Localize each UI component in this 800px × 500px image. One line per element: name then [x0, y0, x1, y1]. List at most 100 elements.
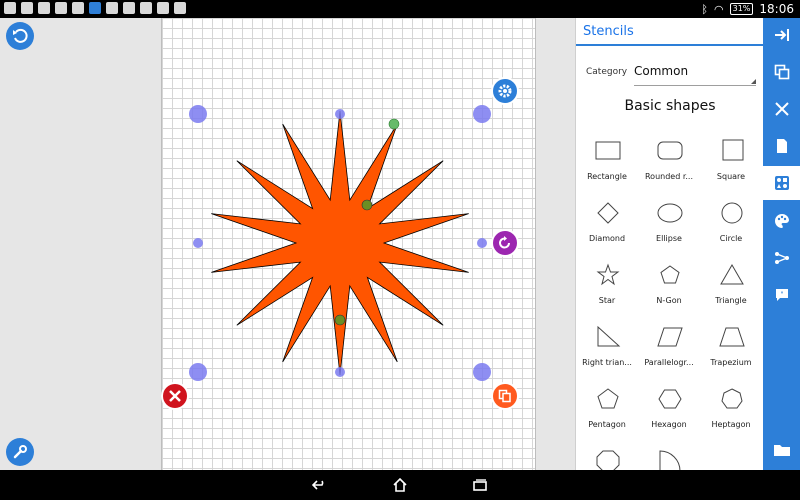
undo-button[interactable] [6, 22, 34, 50]
rotate-button[interactable] [491, 229, 519, 257]
stencil-item[interactable]: Pentagon [576, 378, 638, 440]
copy-icon [774, 64, 789, 80]
back-button[interactable] [310, 477, 330, 493]
title-divider [576, 44, 764, 46]
file-icon [106, 2, 118, 14]
wifi-icon: ◠ [714, 2, 724, 16]
resize-handle-right[interactable] [477, 238, 487, 248]
stencil-item[interactable]: Square [700, 130, 762, 192]
connections-icon [774, 252, 789, 264]
diamond-shape-icon [597, 202, 619, 224]
resize-handle-bottom-right[interactable] [473, 363, 491, 381]
system-status: ᛒ ◠ 31% 18:06 [701, 2, 794, 16]
category-value: Common [634, 64, 689, 78]
stencil-label: Diamond [588, 234, 626, 243]
circle-shape-icon [721, 202, 743, 224]
stencil-item[interactable]: Rounded r... [638, 130, 700, 192]
stencil-label: Star [598, 296, 616, 305]
download-icon [4, 2, 16, 14]
collapse-panel-icon [774, 29, 789, 41]
toolbar-copy-button[interactable] [763, 55, 800, 89]
stencil-label: Square [716, 172, 746, 181]
stencil-label: Triangle [715, 296, 747, 305]
svg-text:": " [780, 291, 783, 299]
toolbar-collapse-button[interactable] [763, 18, 800, 52]
stencil-item[interactable]: Rectangle [576, 130, 638, 192]
toolbar-page-button[interactable] [763, 129, 800, 163]
section-title: Basic shapes [624, 98, 716, 114]
right-triangle-shape-icon [597, 325, 621, 347]
stencil-item[interactable]: Hexagon [638, 378, 700, 440]
category-select[interactable]: Common [634, 64, 756, 86]
toolbar-style-button[interactable] [763, 204, 800, 238]
stencil-item[interactable]: Triangle [700, 254, 762, 316]
drawing-canvas[interactable] [161, 18, 536, 470]
stencil-item[interactable]: N-Gon [638, 254, 700, 316]
rectangle-shape-icon [595, 141, 621, 160]
resize-handle-top-right[interactable] [473, 105, 491, 123]
stencil-label: Rectangle [587, 172, 627, 181]
close-icon [169, 390, 181, 402]
toolbar-stencils-button[interactable] [763, 166, 800, 200]
page-icon [776, 139, 787, 153]
resize-handle-bottom[interactable] [335, 367, 345, 377]
stencils-title: Stencils [583, 24, 634, 39]
status-bar: ᛒ ◠ 31% 18:06 [0, 0, 800, 18]
toolbar-tools-button[interactable] [763, 92, 800, 126]
right-toolbar: " [763, 18, 800, 470]
duplicate-shape-button[interactable] [491, 382, 519, 410]
stencil-label: Heptagon [711, 420, 751, 429]
left-panel [0, 18, 161, 470]
tools-button[interactable] [6, 438, 34, 466]
stencil-item[interactable]: Right trian... [576, 316, 638, 378]
resize-handle-top[interactable] [335, 109, 345, 119]
resize-handle-left[interactable] [193, 238, 203, 248]
recents-button[interactable] [470, 477, 490, 493]
stencil-label: Rounded r... [644, 172, 694, 181]
stencil-item[interactable]: Heptagon [700, 378, 762, 440]
stencil-item[interactable]: Diamond [576, 192, 638, 254]
stencil-item[interactable]: Parallelogr... [638, 316, 700, 378]
stencil-item[interactable]: Circle [700, 192, 762, 254]
ellipse-shape-icon [657, 203, 683, 223]
star-shape-icon [596, 263, 620, 286]
pentagon-shape-icon [597, 388, 619, 409]
delete-shape-button[interactable] [161, 382, 189, 410]
photos-icon [157, 2, 169, 14]
tools-icon [774, 102, 789, 116]
home-button[interactable] [390, 477, 410, 493]
inner-radius-handle[interactable] [361, 199, 373, 211]
center-handle[interactable] [334, 314, 346, 326]
stencil-item[interactable]: Trapezium [700, 316, 762, 378]
bag-icon [174, 2, 186, 14]
folder-icon [773, 445, 790, 456]
warning-icon [38, 2, 50, 14]
stencil-label: Pentagon [588, 420, 626, 429]
recents-icon [473, 479, 487, 491]
star-shape[interactable] [211, 110, 469, 376]
toolbar-connections-button[interactable] [763, 241, 800, 275]
resize-handle-bottom-left[interactable] [189, 363, 207, 381]
toolbar-open-button[interactable] [763, 433, 800, 467]
dropdown-icon [751, 79, 756, 84]
duplicate-icon [498, 389, 511, 403]
battery-indicator: 31% [729, 3, 754, 15]
notification-icons [4, 2, 186, 14]
shape-parameter-handle[interactable] [388, 118, 400, 130]
gear-icon [498, 84, 512, 98]
resize-handle-top-left[interactable] [189, 105, 207, 123]
canvas-margin [536, 18, 575, 470]
rotate-icon [499, 236, 510, 249]
shapes-icon [774, 176, 789, 190]
toolbar-comments-button[interactable]: " [763, 278, 800, 312]
undo-icon [13, 28, 28, 43]
stencil-label: Right trian... [582, 358, 632, 367]
ngon-shape-icon [660, 265, 680, 284]
app-notification-icon [89, 2, 101, 14]
category-label: Category [586, 67, 628, 77]
palette-icon [774, 213, 789, 228]
shape-settings-button[interactable] [491, 77, 519, 105]
stencil-item[interactable]: Ellipse [638, 192, 700, 254]
stencil-item[interactable]: Star [576, 254, 638, 316]
stencil-label: Circle [719, 234, 743, 243]
